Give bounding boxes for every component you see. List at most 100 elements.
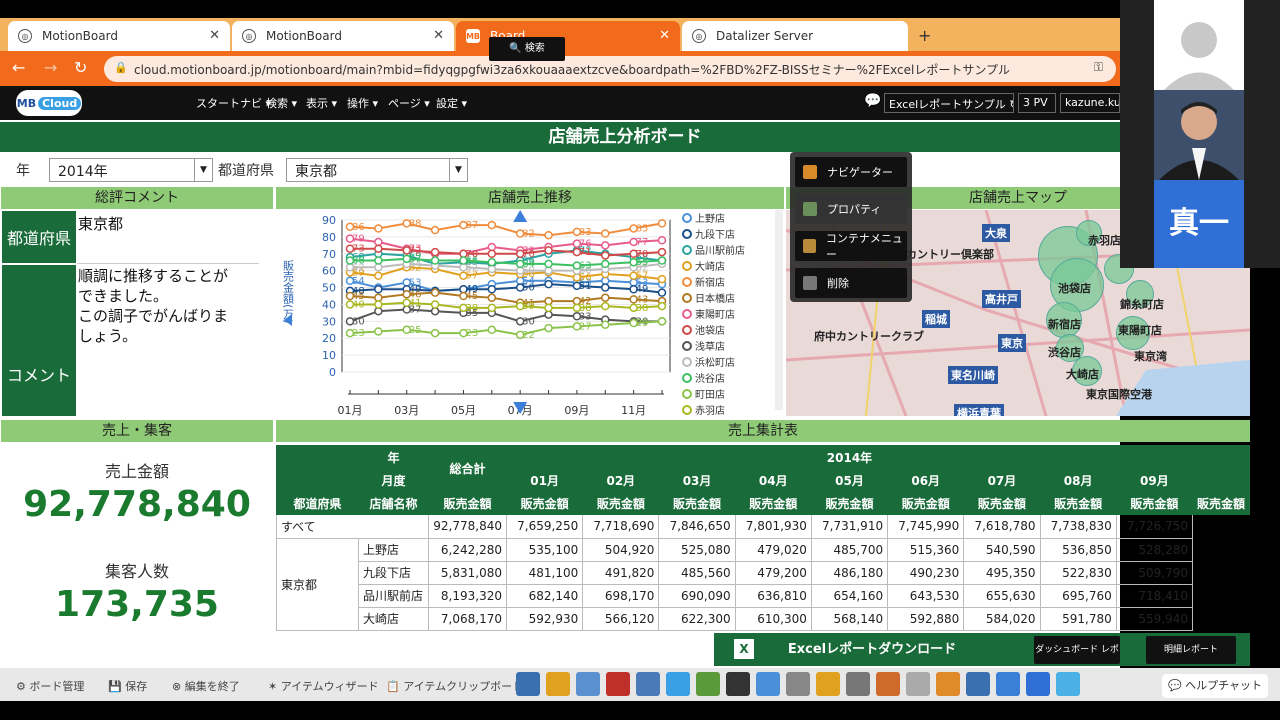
legend-item[interactable]: 町田店 <box>682 386 725 401</box>
x-tick-label: 09月 <box>564 404 589 416</box>
close-icon[interactable]: ✕ <box>659 28 670 43</box>
chat-icon[interactable]: 💬 <box>864 93 881 109</box>
detail-report-button[interactable]: 明細レポート <box>1146 636 1236 664</box>
comment-cell-label: コメント <box>2 265 76 416</box>
legend-item[interactable]: 新宿店 <box>682 274 725 289</box>
folder-icon[interactable] <box>696 672 720 696</box>
navigator-menu-item[interactable]: ナビゲーター <box>795 157 907 187</box>
cross-icon[interactable] <box>1056 672 1080 696</box>
link-icon[interactable] <box>756 672 780 696</box>
item-wizard-button[interactable]: ✶ アイテムウィザード <box>268 678 379 694</box>
table-cell: 698,170 <box>582 583 660 608</box>
sales-summary-table: 年総合計 2014年 月度 01月 02月 03月 04月 05月 06月 07月 08月 09… <box>276 445 1250 631</box>
legend-item[interactable]: 浅草店 <box>682 338 725 353</box>
key-icon[interactable]: ⚿ <box>1094 60 1103 75</box>
data-point <box>544 303 553 313</box>
abc-icon[interactable] <box>1026 672 1050 696</box>
puzzle-icon[interactable] <box>876 672 900 696</box>
text-icon[interactable] <box>726 672 750 696</box>
table-cell: 591,780 <box>1039 606 1117 631</box>
dashboard-report-button[interactable]: ダッシュボード レポート <box>1034 636 1120 683</box>
data-label: 29 <box>636 318 649 329</box>
legend-item[interactable]: 日本橋店 <box>682 290 735 305</box>
container-menu-item[interactable]: コンテナメニュー <box>795 231 907 261</box>
excel-download-button[interactable]: Excelレポートダウンロード <box>714 633 1030 666</box>
participant-avatar <box>1154 0 1244 90</box>
user-name[interactable]: kazune.kurih <box>1060 93 1120 113</box>
table-cell: 7,659,250 <box>505 514 584 539</box>
table-cell: 92,778,840 <box>428 514 507 539</box>
legend-marker-icon <box>682 244 692 255</box>
data-point <box>430 256 440 265</box>
save-button[interactable]: 💾 保存 <box>108 678 147 694</box>
year-select[interactable]: 2014年 ▼ <box>49 158 213 182</box>
data-point <box>601 320 610 329</box>
legend-scrollbar[interactable] <box>775 210 783 410</box>
tab-motionboard-2[interactable]: ◎ MotionBoard ✕ <box>232 21 454 51</box>
new-tab-icon[interactable]: + <box>918 26 931 45</box>
property-menu-item[interactable]: プロパティ <box>795 194 907 224</box>
prefecture-select[interactable]: 東京都 ▼ <box>286 158 468 182</box>
legend-marker-icon <box>682 404 692 415</box>
calendar-icon[interactable] <box>966 672 990 696</box>
data-label: 71 <box>579 247 592 258</box>
menu-page[interactable]: ページ ▾ <box>388 95 430 111</box>
map-label: 府中カントリークラブ <box>814 330 924 343</box>
table-cell: 7,726,750 <box>1115 514 1193 539</box>
bar-chart-icon[interactable] <box>546 672 570 696</box>
menu-settings[interactable]: 設定 ▾ <box>436 95 467 111</box>
tab-datalizer[interactable]: ◎ Datalizer Server <box>682 21 908 51</box>
data-point <box>430 288 440 297</box>
table-cell: 491,820 <box>582 560 660 585</box>
menu-start-navi[interactable]: スタートナビ ▾ <box>196 95 271 111</box>
refresh-icon[interactable]: ↻ <box>1009 98 1013 111</box>
pv-count: 3 PV <box>1018 93 1056 113</box>
legend-item[interactable]: 赤羽店 <box>682 402 725 417</box>
menu-search[interactable]: 検索 ▾ <box>266 95 297 111</box>
box-icon[interactable] <box>996 672 1020 696</box>
month-header: 06月 <box>887 468 965 493</box>
bar-icon[interactable] <box>846 672 870 696</box>
x-tick-label: 11月 <box>621 404 646 416</box>
prefecture-cell-value: 東京都 <box>78 215 124 233</box>
image-icon[interactable] <box>636 672 660 696</box>
board-manage-button[interactable]: ⚙ ボード管理 <box>16 678 84 694</box>
data-label: 63 <box>579 261 592 272</box>
forward-icon[interactable]: → <box>44 58 57 77</box>
legend-item[interactable]: 浜松町店 <box>682 354 735 369</box>
exit-edit-button[interactable]: ⊗ 編集を終了 <box>172 678 240 694</box>
legend-item[interactable]: 大崎店 <box>682 258 725 273</box>
stack-icon[interactable] <box>906 672 930 696</box>
window-icon[interactable] <box>936 672 960 696</box>
board-name-box[interactable]: Excelレポートサンプル ↻ <box>884 93 1014 113</box>
legend-item[interactable]: 東陽町店 <box>682 306 735 321</box>
item-clipboard-button[interactable]: 📋 アイテムクリップボード <box>386 678 523 694</box>
table-cell: 584,020 <box>963 606 1041 631</box>
grid-icon[interactable] <box>576 672 600 696</box>
legend-item[interactable]: 渋谷店 <box>682 370 725 385</box>
legend-item[interactable]: 上野店 <box>682 210 725 225</box>
legend-item[interactable]: 池袋店 <box>682 322 725 337</box>
menu-operation[interactable]: 操作 ▾ <box>347 95 378 111</box>
y-tick-label: 30 <box>322 315 336 328</box>
table-cell: 7,846,650 <box>658 514 736 539</box>
menu-view[interactable]: 表示 ▾ <box>306 95 337 111</box>
help-chat-button[interactable]: 💬 ヘルプチャット <box>1162 674 1268 698</box>
reload-icon[interactable]: ↻ <box>74 58 87 77</box>
comment-panel-header: 総評コメント <box>1 187 273 209</box>
tab-motionboard-1[interactable]: ◎ MotionBoard ✕ <box>8 21 230 51</box>
url-field[interactable]: cloud.motionboard.jp/motionboard/main?mb… <box>104 56 1116 82</box>
back-icon[interactable]: ← <box>12 58 25 77</box>
folder-icon[interactable] <box>816 672 840 696</box>
search-button[interactable]: 🔍 検索 <box>489 37 565 61</box>
network-icon[interactable] <box>666 672 690 696</box>
clock-icon[interactable] <box>606 672 630 696</box>
close-icon[interactable]: ✕ <box>209 28 220 43</box>
legend-item[interactable]: 九段下店 <box>682 226 735 241</box>
legend-item[interactable]: 品川駅前店 <box>682 242 745 257</box>
close-icon[interactable]: ✕ <box>433 28 444 43</box>
speech-bubble-icon[interactable] <box>786 672 810 696</box>
layout-icon[interactable] <box>516 672 540 696</box>
chevron-down-icon: ▼ <box>194 159 212 181</box>
delete-menu-item[interactable]: 削除 <box>795 268 907 298</box>
